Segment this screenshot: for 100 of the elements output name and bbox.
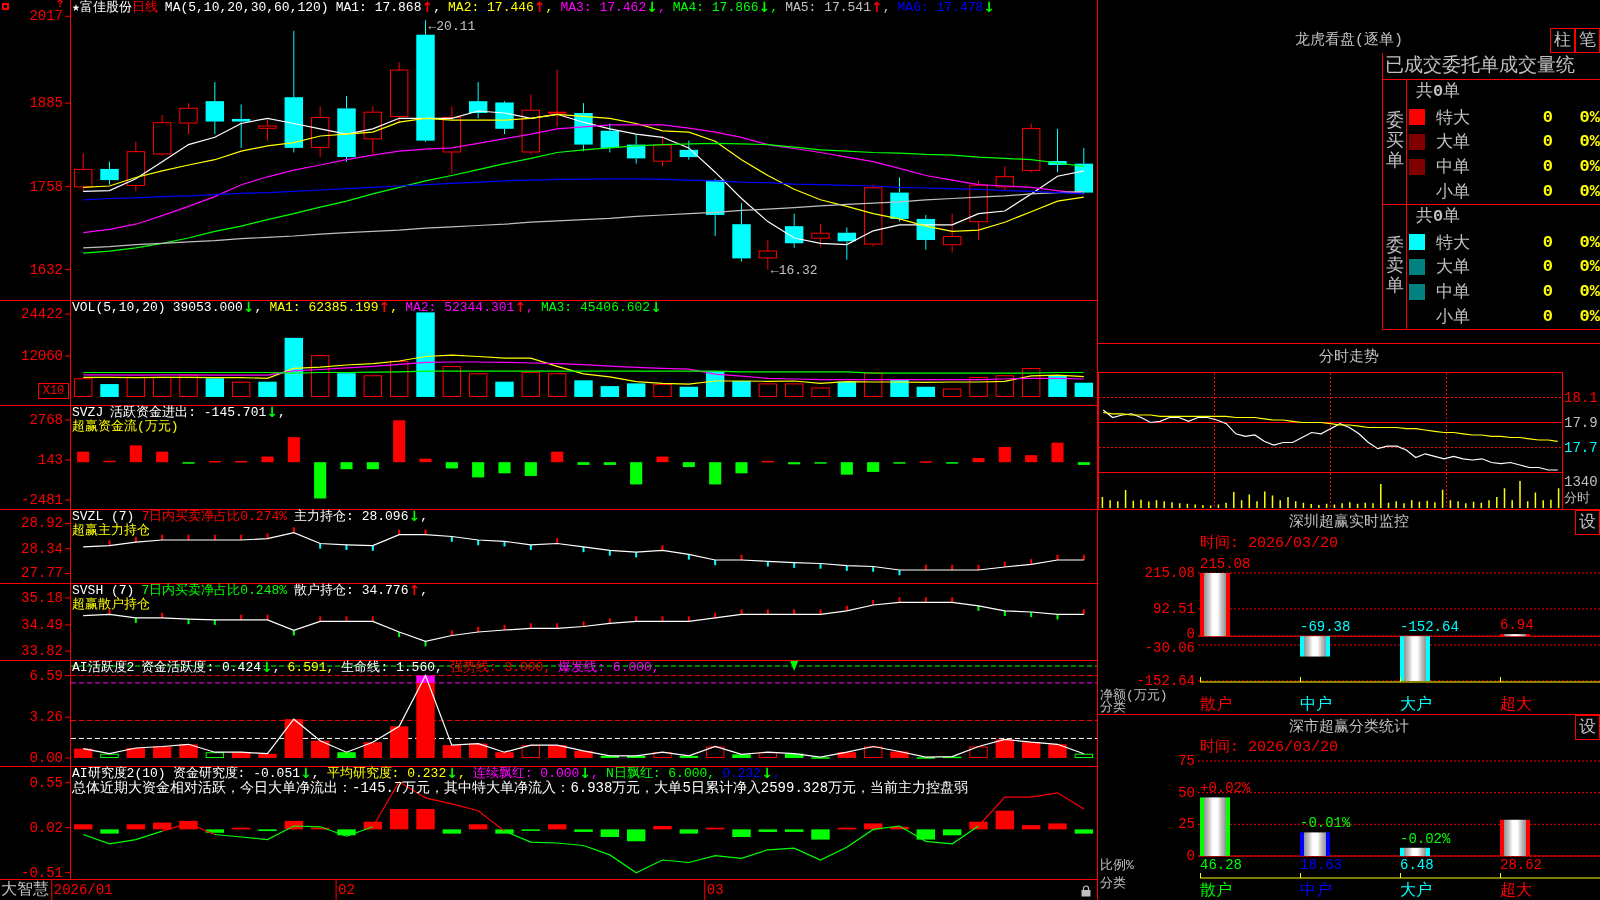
change-tick bbox=[213, 619, 216, 625]
change-tick bbox=[1056, 614, 1059, 620]
change-tick bbox=[924, 564, 927, 570]
change-tick bbox=[582, 546, 585, 553]
activity-bar bbox=[337, 752, 356, 758]
research-bar bbox=[890, 826, 909, 830]
research-bar bbox=[863, 823, 883, 830]
order-percent: 0% bbox=[1578, 282, 1600, 302]
order-percent: 0% bbox=[1578, 257, 1600, 277]
separator: , bbox=[657, 1, 666, 14]
fund-flow-bar bbox=[419, 458, 432, 463]
research-bar bbox=[837, 827, 857, 830]
view-mode-button[interactable]: 笔 bbox=[1575, 28, 1600, 53]
axis-label: 27.77 bbox=[21, 565, 63, 582]
fund-flow-bar bbox=[761, 460, 774, 463]
axis-label: 0.02 bbox=[29, 819, 63, 836]
settings-button[interactable]: 设 bbox=[1575, 510, 1600, 535]
change-tick bbox=[371, 616, 374, 622]
candle bbox=[126, 141, 146, 192]
candle bbox=[442, 105, 462, 175]
volume-bar bbox=[574, 380, 593, 397]
candle bbox=[205, 81, 225, 135]
trend-arrow: ↓ bbox=[408, 510, 421, 523]
change-tick bbox=[635, 616, 638, 622]
axis-label: 2768 bbox=[29, 412, 63, 428]
separator: , bbox=[545, 1, 554, 14]
change-label: -0.02% bbox=[1400, 830, 1451, 847]
research-bar bbox=[916, 829, 936, 840]
price-annotation: ←20.11 bbox=[428, 18, 476, 34]
fund-flow-bar bbox=[129, 445, 142, 463]
candle bbox=[258, 119, 277, 142]
change-tick bbox=[1082, 554, 1085, 560]
trend-arrow: ↑ bbox=[871, 1, 883, 14]
order-total: 共0单 bbox=[1415, 206, 1462, 228]
volume-bar bbox=[758, 383, 778, 397]
axis-label: 1885 bbox=[29, 95, 63, 112]
trend-arrow: ↓ bbox=[446, 767, 458, 780]
date-label: 03 bbox=[706, 882, 724, 898]
order-count: 0 bbox=[1541, 132, 1553, 152]
fund-flow-bar bbox=[735, 462, 748, 474]
fund-flow-bar bbox=[998, 446, 1011, 463]
axis-label: 17.7 bbox=[1564, 439, 1598, 456]
separator: , bbox=[526, 301, 534, 314]
order-count: 0 bbox=[1541, 107, 1553, 127]
date-label: 2026/01 bbox=[53, 882, 113, 898]
change-tick bbox=[187, 534, 190, 540]
change-label: -0.01% bbox=[1300, 815, 1351, 832]
indicator-value: MA1: 17.868 bbox=[335, 1, 422, 14]
axis-label: 0 bbox=[1186, 848, 1195, 864]
volume-bar bbox=[284, 337, 304, 397]
separator: , bbox=[770, 1, 779, 14]
axis-label: 1758 bbox=[29, 178, 63, 195]
axis-label: -152.64 bbox=[1136, 673, 1195, 689]
indicator-params: MA(5,10,20,30,60,120) bbox=[164, 1, 329, 14]
research-bar bbox=[126, 824, 146, 830]
change-tick bbox=[766, 609, 769, 615]
candle bbox=[732, 202, 751, 263]
candle bbox=[574, 102, 593, 152]
candle bbox=[784, 213, 804, 249]
order-percent: 0% bbox=[1578, 307, 1600, 327]
bar bbox=[1200, 573, 1230, 637]
research-bar bbox=[574, 829, 593, 832]
activity-bar bbox=[152, 746, 172, 758]
candle bbox=[969, 180, 988, 241]
separator: , bbox=[311, 767, 320, 780]
axis-label: 1632 bbox=[29, 261, 63, 278]
settings-button[interactable]: 设 bbox=[1575, 715, 1600, 740]
trend-arrow: ↓ bbox=[300, 767, 312, 780]
view-mode-button[interactable]: 柱 bbox=[1550, 28, 1575, 53]
change-tick bbox=[661, 545, 664, 551]
chart-title: VOL(5,10,20) bbox=[72, 301, 166, 314]
research-bar bbox=[942, 829, 962, 836]
category-label: 散户 bbox=[1200, 696, 1232, 714]
change-tick bbox=[240, 534, 243, 540]
separator: , bbox=[772, 767, 781, 780]
separator: , bbox=[882, 1, 891, 14]
axis-label: 18.1 bbox=[1564, 389, 1598, 406]
volume-bar bbox=[600, 386, 620, 397]
fund-flow-bar bbox=[445, 462, 458, 469]
change-tick bbox=[951, 564, 954, 570]
research-bar bbox=[152, 822, 172, 830]
axis-label: 75 bbox=[1178, 754, 1195, 769]
fund-flow-bar bbox=[867, 462, 880, 472]
fund-flow-bar bbox=[709, 462, 722, 485]
change-tick bbox=[424, 641, 427, 647]
change-tick bbox=[477, 626, 480, 632]
separator: , bbox=[277, 406, 286, 419]
bar bbox=[1200, 797, 1230, 856]
change-tick bbox=[319, 543, 322, 549]
change-tick bbox=[398, 631, 401, 638]
fund-flow-bar bbox=[498, 462, 511, 474]
mode-label: 分时 bbox=[1564, 491, 1591, 507]
change-tick bbox=[793, 609, 796, 615]
candle bbox=[521, 94, 541, 155]
volume-bar bbox=[626, 383, 646, 397]
fund-flow-bar bbox=[656, 456, 669, 463]
volume-bar bbox=[442, 366, 462, 397]
candle bbox=[942, 213, 962, 253]
fund-flow-bar bbox=[1025, 455, 1038, 463]
volume-bar bbox=[547, 373, 567, 397]
